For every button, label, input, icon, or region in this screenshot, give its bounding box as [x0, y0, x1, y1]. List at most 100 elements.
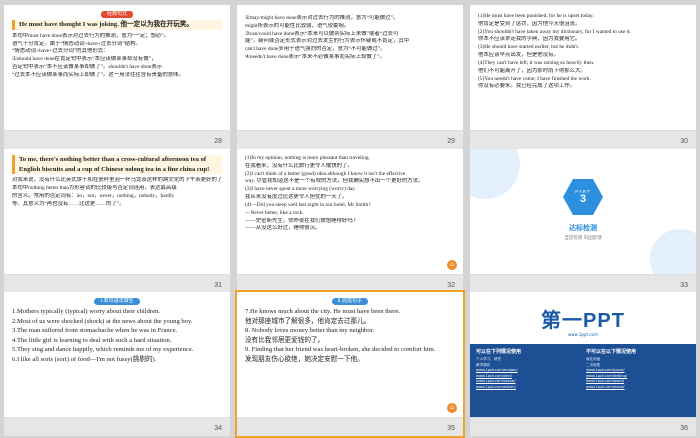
slide-thumbnail-30[interactable]: (1)He must have been punished, for he is… — [470, 5, 696, 149]
exercise-line: 7.He knows much about the city. He must … — [245, 308, 401, 316]
exercise-line: 3.The man suffered from stomachache when… — [12, 327, 178, 335]
text-line: (4)—Did you sleep well last night in our… — [245, 201, 371, 208]
logo-banner: 第一PPT www.1ppt.com — [470, 292, 696, 344]
home-icon[interactable]: ⌂ — [447, 403, 457, 413]
text-line: “情态动词+have+过去分词”的其他形式： — [12, 48, 109, 55]
text-line: ——从没这么好过，睡得很沉。 — [245, 225, 321, 232]
slide-content: Ⅱ.完成句子 7.He knows much about the city. H… — [245, 298, 455, 416]
slide-thumbnail-28[interactable]: 经典句式 He must have thought I was joking. … — [4, 5, 230, 149]
text-line: (2)I can't think of a better (good) idea… — [245, 170, 406, 177]
text-line: 等。其意义为“再也没有……比这更……的了”。 — [12, 200, 125, 207]
link[interactable]: www.1ppt.com/jieri/ — [476, 374, 512, 378]
highlight-sentence: To me, there's nothing better than a cro… — [12, 155, 222, 175]
exercise-line: 1.Mothers typically (typical) worry abou… — [12, 308, 160, 316]
exercise-line: 没有比我邻居更爱钱的了。 — [245, 336, 325, 344]
slide-footer — [470, 274, 696, 293]
slide-footer — [470, 130, 696, 149]
slide-number: 31 — [214, 282, 222, 289]
slide-thumbnail-33[interactable]: PART 3 达标检测 当堂检测 巩固反馈 33 — [470, 149, 696, 293]
section-tag: Ⅱ.完成句子 — [331, 298, 369, 306]
text-line: 我从来没有度过比这更令人担忧的一天了。 — [245, 194, 348, 201]
slide-thumbnail-29[interactable]: ②may/might have done表示对过去行为的推测，意为“可能做过”。… — [237, 5, 463, 149]
text-line: (3)I have never spent a more worrying (w… — [245, 186, 356, 193]
slide-content: 经典句式 He must have thought I was joking. … — [12, 11, 222, 129]
text-line: 本句中nothing better than为形容词的比较级与否定词连用，表达最… — [12, 184, 177, 191]
text-line: —Never better, like a rock. — [245, 209, 304, 216]
slide-number: 33 — [680, 282, 688, 289]
disallowed-heading: 不可以在以下情况使用 — [586, 349, 637, 355]
link[interactable]: www.1ppt.com/excel/ — [586, 385, 625, 389]
text-line: way. 尽管我知道这不是一个有效的方法，但我确实想不出一个更好的方法。 — [245, 178, 424, 185]
slide-number: 28 — [214, 138, 222, 145]
text-line: 能”，疑问或否定形式表示对过去发生的行为表示怀疑或不肯定，其中 — [245, 38, 410, 45]
slide-thumbnail-36[interactable]: 第一PPT www.1ppt.com 可以在下列情况使用 个人学习、研究 教学课… — [470, 292, 696, 436]
text-line: 他们不可能离开了，因为那时雨下得那么大。 — [478, 67, 586, 74]
allowed-heading: 可以在下列情况使用 — [476, 349, 522, 355]
slide-number: 35 — [447, 425, 455, 432]
section-title: 达标检测 — [569, 224, 597, 232]
section-subtitle: 当堂检测 巩固反馈 — [564, 236, 602, 241]
slide-content: (1)He must have been punished, for he is… — [478, 13, 688, 129]
slide-number: 34 — [214, 425, 222, 432]
slide-footer — [4, 274, 230, 293]
slide-thumbnail-32[interactable]: (1)In my opinion, nothing is more pleasa… — [237, 149, 463, 293]
slide-number: 32 — [447, 282, 455, 289]
highlight-sentence: He must have thought I was joking. 他一定以为… — [12, 20, 222, 30]
exercise-line: 8. Nobody loves money better than my nei… — [245, 327, 375, 335]
section-tag: Ⅰ.单句语法填空 — [94, 298, 140, 306]
text-line: (5)You needn't have come; I have finishe… — [478, 75, 591, 82]
exercise-line: 5.They sing and dance happily, which rem… — [12, 346, 194, 354]
text-line: 在我看来，没有什么比旅行更令人愉快的了。 — [245, 162, 353, 169]
slide-number: 30 — [680, 138, 688, 145]
text-line: 你没有必要来。我已经完成了这项工作。 — [478, 83, 576, 90]
exercise-line: 2.Most of us were shocked (shock) at the… — [12, 317, 193, 325]
text-line: 的含义。常用的否定词有：no，not，never，nothing，nobody，… — [12, 192, 175, 199]
slide-number: 36 — [680, 425, 688, 432]
ppt-logo: 第一PPT — [541, 309, 625, 332]
text-line: (2)You shouldn't have taken away my dict… — [478, 28, 632, 35]
text-line: (1)In my opinion, nothing is more pleasa… — [245, 155, 370, 161]
slide-sorter-grid: 经典句式 He must have thought I was joking. … — [0, 0, 700, 438]
link[interactable]: www.1ppt.com/moban/ — [476, 368, 518, 372]
text-line: 语气十分肯定。属于“情态动词+have+过去分词”结构。 — [12, 40, 141, 47]
section-tag: 经典句式 — [100, 11, 133, 19]
slide-footer — [4, 417, 230, 436]
text-line: (4)They can't have left; it was raining … — [478, 59, 595, 66]
text-line: 他本应该早点出发，但是他没有。 — [478, 52, 559, 59]
link[interactable]: www.1ppt.com/word/ — [586, 379, 624, 383]
part-number: 3 — [579, 193, 587, 205]
text-line: 他肯定是受到了惩罚，因为他今天很沮丧。 — [478, 20, 581, 27]
slide-footer — [470, 417, 696, 436]
exercise-line: 6.I like all sorts (sort) of food—I'm no… — [12, 355, 157, 363]
link[interactable]: www.1ppt.com/kejian/ — [476, 385, 516, 389]
link[interactable]: www.1ppt.com/sucai/ — [586, 368, 624, 372]
text-line: 否定句中表示“本不应该做某事却做了”。shouldn't have done表示 — [12, 64, 163, 71]
link[interactable]: www.1ppt.com/xiazai/ — [476, 379, 516, 383]
exercise-line: 4.The little girl is learning to deal wi… — [12, 336, 172, 344]
text-line: (1)He must have been punished, for he is… — [478, 13, 594, 19]
slide-footer — [237, 274, 463, 293]
slide-content: ②may/might have done表示对过去行为的推测，意为“可能做过”。… — [245, 15, 455, 129]
home-icon[interactable]: ⌂ — [447, 260, 457, 270]
slide-thumbnail-35[interactable]: Ⅱ.完成句子 7.He knows much about the city. H… — [235, 290, 465, 438]
allowed-column: 可以在下列情况使用 个人学习、研究 教学课件 www.1ppt.com/moba… — [476, 348, 580, 390]
text-line: can't have done多用于语气强烈的否定，意为“不可能做过”。 — [245, 46, 386, 53]
slide-footer — [4, 130, 230, 149]
text-line: 对我来说，没有什么比英式饼干和在瓷杯里泡一杯乌龙茶这样的跨文化的下午茶更好的了！ — [12, 177, 222, 184]
exercise-line: 他对那座城市了解很多，他肯定去过那儿。 — [245, 317, 371, 325]
slide-footer — [237, 417, 463, 436]
slide-content: Ⅰ.单句语法填空 1.Mothers typically (typical) w… — [12, 298, 222, 416]
text-line: ——史密斯先生，你昨夜在我们旅馆睡得好吗？ — [245, 217, 359, 224]
slide-number: 29 — [447, 138, 455, 145]
text-line: might所表示的可能性比较弱，语气较委婉。 — [245, 22, 350, 29]
link[interactable]: www.1ppt.com/beijing/ — [586, 374, 627, 378]
part-hexagon: PART 3 — [563, 177, 603, 217]
slide-thumbnail-31[interactable]: To me, there's nothing better than a cro… — [4, 149, 230, 293]
slide-content: (1)In my opinion, nothing is more pleasa… — [245, 155, 455, 273]
disallowed-column: 不可以在以下情况使用 商业用途 二次转售 www.1ppt.com/sucai/… — [586, 348, 690, 390]
slide-thumbnail-34[interactable]: Ⅰ.单句语法填空 1.Mothers typically (typical) w… — [4, 292, 230, 436]
text-line: (3)He should have started earlier, but h… — [478, 44, 580, 51]
text-line: “过去本不应该做某事而实际上却做了”。这一用法往往含有责备的意味。 — [12, 71, 184, 78]
logo-url: www.1ppt.com — [568, 332, 598, 337]
text-line: ②may/might have done表示对过去行为的推测，意为“可能做过”。 — [245, 15, 399, 21]
